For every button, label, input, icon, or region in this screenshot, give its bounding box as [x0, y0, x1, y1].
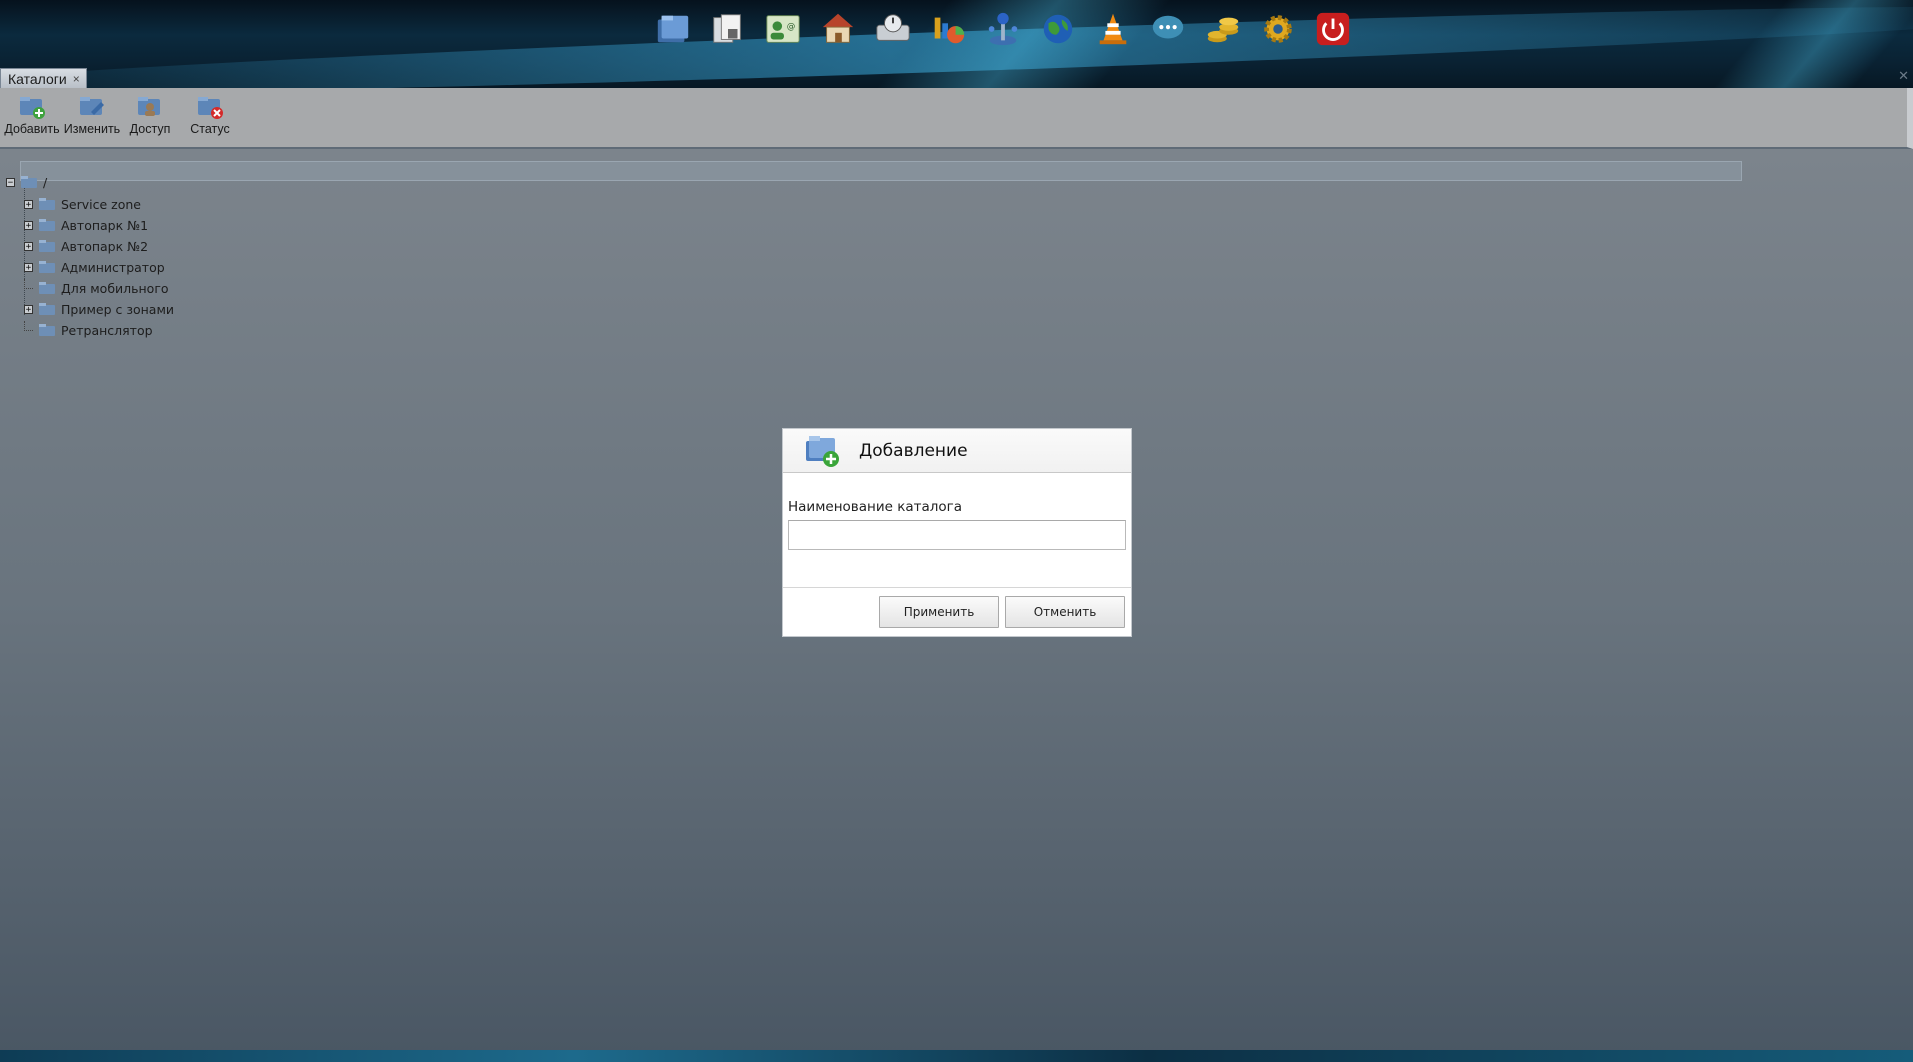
pie-chart-icon[interactable]: [927, 8, 969, 50]
house-icon[interactable]: [817, 8, 859, 50]
edit-label: Изменить: [63, 122, 121, 136]
coins-icon[interactable]: [1202, 8, 1244, 50]
top-banner: @ Каталоги × ✕: [0, 0, 1913, 88]
tree-item[interactable]: Для мобильного: [24, 278, 169, 298]
folder-icon: [21, 176, 37, 188]
folder-add-icon: [20, 97, 45, 119]
app-dock: @: [652, 8, 1354, 50]
globe-icon[interactable]: [1037, 8, 1079, 50]
tree-root[interactable]: − /: [6, 172, 47, 192]
joystick-icon[interactable]: [982, 8, 1024, 50]
tree-item[interactable]: + Автопарк №2: [24, 236, 148, 256]
tree-root-row[interactable]: [20, 161, 1742, 181]
folder-icon: [39, 198, 55, 210]
apply-button[interactable]: Применить: [879, 596, 999, 628]
folder-icon: [39, 261, 55, 273]
folder-add-icon: [806, 435, 839, 467]
traffic-cone-icon[interactable]: [1092, 8, 1134, 50]
tree-item-label: Автопарк №2: [61, 238, 149, 254]
dialog-divider: [783, 587, 1131, 588]
documents-icon[interactable]: [707, 8, 749, 50]
dialog-header: Добавление: [783, 429, 1131, 473]
expand-icon[interactable]: +: [24, 199, 33, 209]
hard-drive-icon[interactable]: [872, 8, 914, 50]
expand-icon[interactable]: +: [24, 304, 33, 314]
catalog-name-label: Наименование каталога: [788, 499, 963, 515]
expand-icon[interactable]: +: [24, 220, 33, 230]
svg-text:@: @: [787, 22, 796, 32]
tab-label: Каталоги: [8, 71, 67, 87]
add-catalog-dialog: Добавление Наименование каталога Примени…: [782, 428, 1132, 637]
expand-icon[interactable]: +: [24, 262, 33, 272]
catalog-name-input[interactable]: [788, 520, 1126, 550]
contact-card-icon[interactable]: @: [762, 8, 804, 50]
tab-close-icon[interactable]: ×: [73, 72, 80, 86]
folder-icon: [39, 303, 55, 315]
folder-icon: [39, 324, 55, 336]
folders-icon[interactable]: [652, 8, 694, 50]
tree-connector: [24, 321, 33, 331]
tree-root-label: /: [43, 174, 48, 190]
tree-item[interactable]: + Автопарк №1: [24, 215, 148, 235]
folder-icon: [39, 240, 55, 252]
add-label: Добавить: [4, 122, 60, 136]
tree-item-label: Автопарк №1: [61, 217, 149, 233]
tab-catalogs[interactable]: Каталоги ×: [0, 68, 87, 88]
access-button[interactable]: Доступ: [120, 94, 180, 136]
tree-connector: [24, 279, 33, 289]
access-label: Доступ: [129, 122, 171, 136]
tree-item-label: Для мобильного: [61, 280, 169, 296]
gear-icon[interactable]: [1257, 8, 1299, 50]
bottom-banner: [0, 1050, 1913, 1062]
dialog-title: Добавление: [859, 440, 968, 461]
power-icon[interactable]: [1312, 8, 1354, 50]
toolbar: Добавить Изменить Доступ Статус: [0, 88, 1913, 149]
folder-edit-icon: [80, 97, 104, 115]
tree-item[interactable]: + Администратор: [24, 257, 165, 277]
tree-item[interactable]: + Service zone: [24, 194, 141, 214]
cancel-button[interactable]: Отменить: [1005, 596, 1125, 628]
status-button[interactable]: Статус: [180, 94, 240, 136]
window-close-icon[interactable]: ✕: [1898, 69, 1909, 84]
chat-bubble-icon[interactable]: [1147, 8, 1189, 50]
tree-item-label: Ретранслятор: [61, 322, 153, 338]
expand-icon[interactable]: +: [24, 241, 33, 251]
tree-item[interactable]: + Пример с зонами: [24, 299, 174, 319]
add-button[interactable]: Добавить: [2, 94, 62, 136]
folder-status-icon: [198, 97, 223, 119]
status-label: Статус: [190, 122, 230, 136]
folder-access-icon: [138, 97, 160, 116]
collapse-icon[interactable]: −: [6, 177, 15, 187]
folder-icon: [39, 219, 55, 231]
tree-item-label: Пример с зонами: [61, 301, 175, 317]
tree-item[interactable]: Ретранслятор: [24, 320, 153, 340]
edit-button[interactable]: Изменить: [62, 94, 122, 136]
tab-strip: Каталоги × ✕: [0, 66, 1913, 88]
folder-icon: [39, 282, 55, 294]
tree-item-label: Service zone: [61, 196, 141, 212]
tree-item-label: Администратор: [61, 259, 165, 275]
